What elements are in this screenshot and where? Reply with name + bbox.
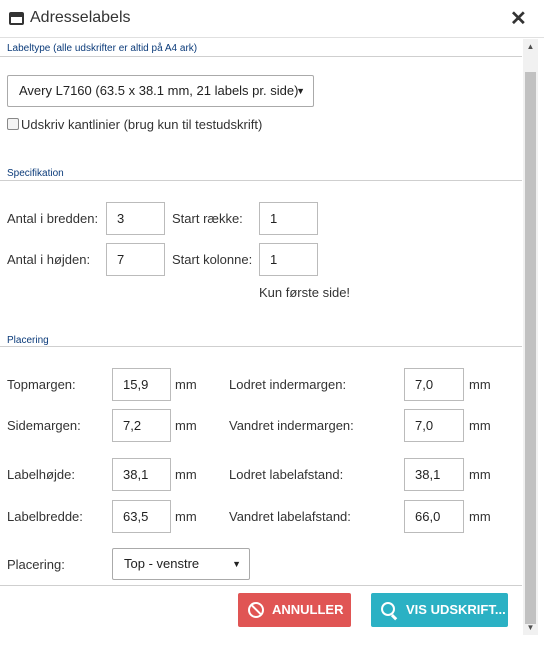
top-margin-label: Topmargen:: [7, 377, 76, 392]
dialog-body: Labeltype (alle udskrifter er altid på A…: [0, 39, 523, 635]
start-col-input[interactable]: 1: [259, 243, 318, 276]
side-margin-input[interactable]: 7,2: [112, 409, 171, 442]
side-margin-label: Sidemargen:: [7, 418, 81, 433]
unit-label: mm: [175, 467, 197, 482]
cancel-button-label: ANNULLER: [272, 602, 344, 617]
start-row-input[interactable]: 1: [259, 202, 318, 235]
ban-icon: [248, 602, 264, 618]
show-print-button-label: VIS UDSKRIFT...: [406, 602, 506, 617]
dialog-title: Adresselabels: [30, 9, 131, 26]
unit-label: mm: [175, 418, 197, 433]
start-col-label: Start kolonne:: [172, 252, 253, 267]
placering-heading: Placering: [7, 335, 49, 346]
unit-label: mm: [469, 509, 491, 524]
labeltype-heading: Labeltype (alle udskrifter er altid på A…: [7, 43, 198, 54]
dialog-titlebar: Adresselabels ✕: [0, 0, 544, 38]
vert-inner-margin-input[interactable]: 7,0: [404, 368, 464, 401]
placering-divider: [0, 346, 522, 347]
height-count-label: Antal i højden:: [7, 252, 91, 267]
chevron-down-icon: ▼: [232, 559, 241, 569]
unit-label: mm: [469, 467, 491, 482]
label-width-input[interactable]: 63,5: [112, 500, 171, 533]
unit-label: mm: [469, 418, 491, 433]
position-label: Placering:: [7, 557, 65, 572]
border-checkbox-label[interactable]: Udskriv kantlinier (brug kun til testuds…: [21, 117, 262, 132]
horiz-distance-label: Vandret labelafstand:: [229, 509, 351, 524]
scroll-down-icon[interactable]: ▼: [523, 620, 538, 635]
unit-label: mm: [469, 377, 491, 392]
horiz-distance-input[interactable]: 66,0: [404, 500, 464, 533]
vert-distance-input[interactable]: 38,1: [404, 458, 464, 491]
scrollbar[interactable]: ▲ ▼: [523, 39, 538, 635]
scrollbar-thumb[interactable]: [525, 72, 536, 624]
window-icon: [9, 12, 24, 25]
border-checkbox[interactable]: [7, 118, 19, 130]
vert-inner-margin-label: Lodret indermargen:: [229, 377, 347, 392]
close-icon[interactable]: ✕: [510, 8, 527, 30]
start-row-label: Start række:: [172, 211, 243, 226]
label-width-label: Labelbredde:: [7, 509, 83, 524]
unit-label: mm: [175, 509, 197, 524]
height-count-input[interactable]: 7: [106, 243, 165, 276]
position-select[interactable]: Top - venstre ▼: [112, 548, 250, 580]
position-select-value: Top - venstre: [124, 556, 200, 571]
vert-distance-label: Lodret labelafstand:: [229, 467, 344, 482]
top-margin-input[interactable]: 15,9: [112, 368, 171, 401]
search-icon: [381, 602, 395, 616]
footer-divider: [0, 585, 522, 586]
labeltype-select[interactable]: Avery L7160 (63.5 x 38.1 mm, 21 labels p…: [7, 75, 314, 107]
chevron-down-icon: ▼: [296, 86, 305, 96]
horiz-inner-margin-label: Vandret indermargen:: [229, 418, 354, 433]
specifikation-divider: [0, 180, 522, 181]
label-height-label: Labelhøjde:: [7, 467, 75, 482]
first-page-note: Kun første side!: [259, 285, 351, 300]
labeltype-select-value: Avery L7160 (63.5 x 38.1 mm, 21 labels p…: [19, 83, 299, 98]
labeltype-divider: [0, 56, 522, 57]
show-print-button[interactable]: VIS UDSKRIFT...: [371, 593, 508, 627]
label-height-input[interactable]: 38,1: [112, 458, 171, 491]
scroll-up-icon[interactable]: ▲: [523, 39, 538, 54]
width-count-input[interactable]: 3: [106, 202, 165, 235]
cancel-button[interactable]: ANNULLER: [238, 593, 351, 627]
unit-label: mm: [175, 377, 197, 392]
specifikation-heading: Specifikation: [7, 168, 64, 179]
horiz-inner-margin-input[interactable]: 7,0: [404, 409, 464, 442]
width-count-label: Antal i bredden:: [7, 211, 99, 226]
